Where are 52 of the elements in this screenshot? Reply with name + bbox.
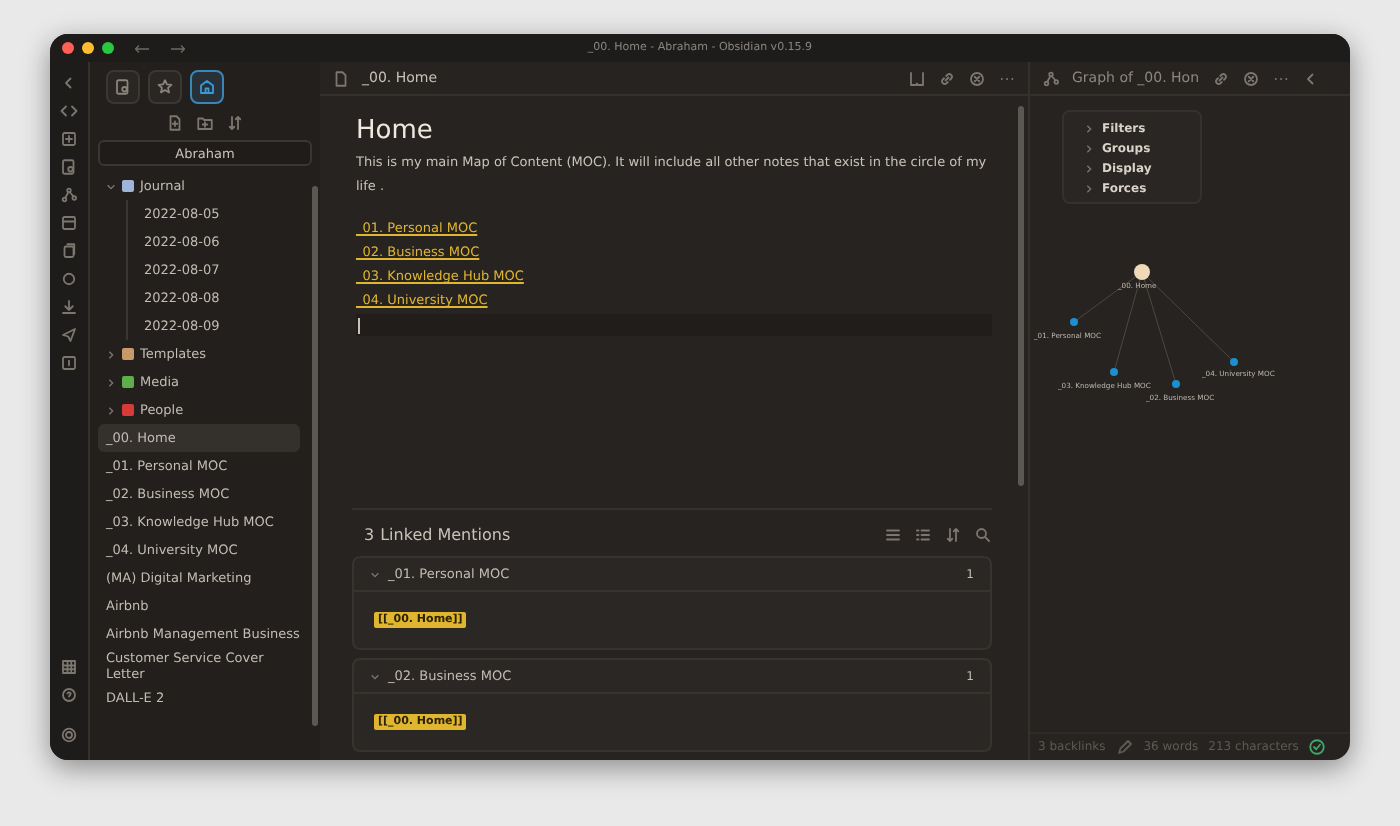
close-icon[interactable] bbox=[968, 69, 986, 87]
sort-icon[interactable] bbox=[226, 114, 244, 132]
link-icon[interactable] bbox=[938, 69, 956, 87]
sidebar-tab[interactable] bbox=[106, 70, 140, 104]
sync-check-icon[interactable] bbox=[1308, 738, 1327, 756]
star-icon[interactable] bbox=[156, 78, 174, 96]
chevron-icon[interactable] bbox=[370, 671, 380, 681]
zoom-window-button[interactable] bbox=[102, 42, 114, 54]
new-folder-icon[interactable] bbox=[196, 114, 214, 132]
sidebar-tab[interactable] bbox=[148, 70, 182, 104]
file-search-icon[interactable] bbox=[60, 158, 78, 176]
sort-icon[interactable] bbox=[944, 526, 962, 544]
graph-node[interactable] bbox=[1172, 380, 1180, 388]
graph-icon[interactable] bbox=[60, 186, 78, 204]
graph-icon[interactable] bbox=[1042, 69, 1060, 87]
file-icon[interactable] bbox=[332, 69, 350, 87]
close-icon[interactable] bbox=[1241, 69, 1260, 87]
link-icon[interactable] bbox=[1211, 69, 1230, 87]
graph-node[interactable] bbox=[1230, 358, 1238, 366]
calendar-icon[interactable] bbox=[60, 214, 78, 232]
scrollbar[interactable] bbox=[1018, 106, 1024, 486]
minimize-window-button[interactable] bbox=[82, 42, 94, 54]
list-icon[interactable] bbox=[884, 526, 902, 544]
graph-node[interactable] bbox=[1110, 368, 1118, 376]
chevron-icon[interactable] bbox=[106, 349, 116, 359]
pencil-icon[interactable] bbox=[1115, 738, 1134, 756]
forward-arrow-icon[interactable] bbox=[170, 43, 186, 53]
home-icon[interactable] bbox=[198, 78, 216, 96]
send-icon[interactable] bbox=[60, 326, 78, 344]
search-icon[interactable] bbox=[974, 526, 992, 544]
chevron-icon[interactable] bbox=[106, 181, 116, 191]
code-icon[interactable] bbox=[60, 102, 78, 120]
note-heading: Home bbox=[356, 116, 435, 146]
graph-node[interactable] bbox=[1134, 264, 1150, 280]
template-icon[interactable] bbox=[60, 130, 78, 148]
sidebar-tab[interactable] bbox=[190, 70, 224, 104]
linked-mentions-heading: Linked Mentions bbox=[380, 526, 511, 544]
list-collapse-icon[interactable] bbox=[914, 526, 932, 544]
download-icon[interactable] bbox=[60, 298, 78, 316]
copy-icon[interactable] bbox=[60, 242, 78, 260]
linked-mentions-count: 3 bbox=[364, 526, 375, 544]
search-icon[interactable] bbox=[114, 78, 132, 96]
grid-icon[interactable] bbox=[60, 658, 78, 676]
chevron-icon[interactable] bbox=[370, 569, 380, 579]
new-note-icon[interactable] bbox=[166, 114, 184, 132]
scrollbar[interactable] bbox=[312, 186, 318, 726]
chevron-icon[interactable] bbox=[106, 405, 116, 415]
help-icon[interactable] bbox=[60, 686, 78, 704]
back-arrow-icon[interactable] bbox=[134, 43, 150, 53]
close-window-button[interactable] bbox=[62, 42, 74, 54]
chevron-icon[interactable] bbox=[106, 377, 116, 387]
graph-node[interactable] bbox=[1070, 318, 1078, 326]
